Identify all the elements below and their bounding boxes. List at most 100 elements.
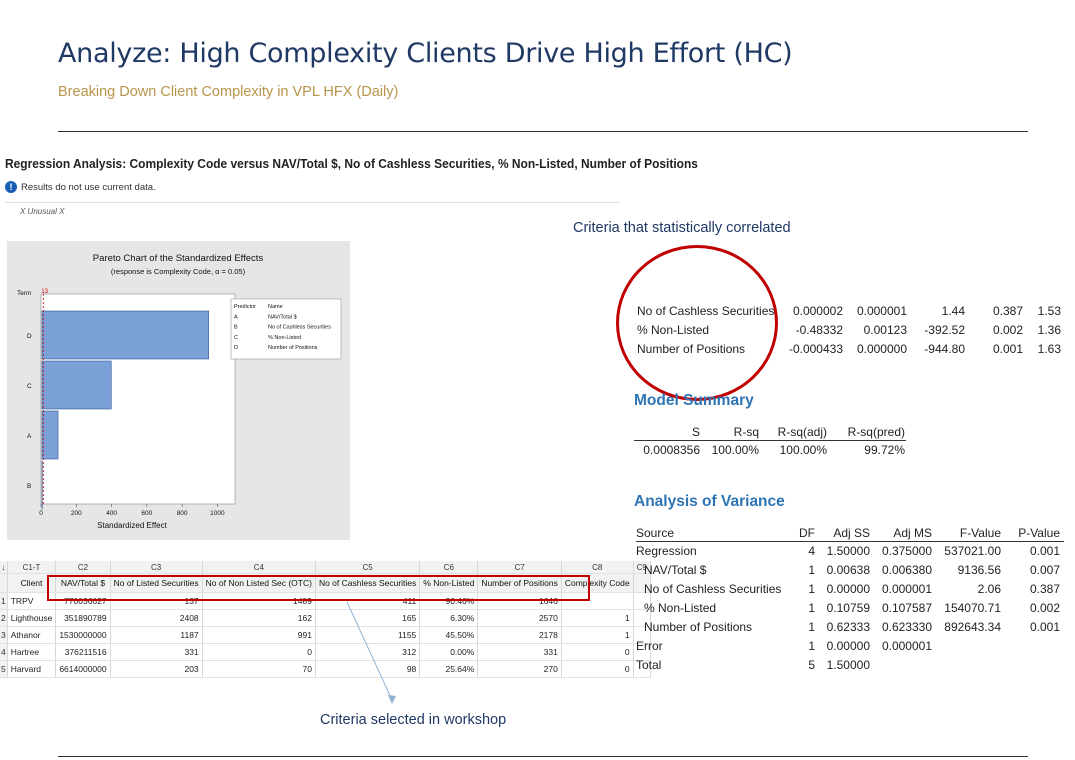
row-number-cell[interactable]: 2	[0, 609, 8, 627]
data-cell[interactable]: 0	[202, 643, 316, 661]
anova-source: No of Cashless Securities	[644, 582, 782, 596]
data-cell[interactable]: 0.00%	[419, 643, 479, 661]
legend-name: % Non-Listed	[268, 335, 301, 341]
data-cell[interactable]: 2178	[477, 626, 562, 644]
summary-value: 100.00%	[779, 443, 827, 457]
data-cell[interactable]: 2570	[477, 609, 562, 627]
column-id-cell[interactable]: C6	[419, 561, 479, 574]
coef-value: 0.00123	[863, 323, 907, 337]
data-cell[interactable]: 270	[477, 660, 562, 678]
data-cell[interactable]: 351890789	[55, 609, 111, 627]
data-cell[interactable]: Lighthouse	[7, 609, 57, 627]
column-id-cell[interactable]: C8	[561, 561, 634, 574]
coef-value: -0.48332	[795, 323, 843, 337]
anova-value: 0.10759	[826, 601, 870, 615]
data-cell[interactable]: 2408	[110, 609, 203, 627]
anova-value: 1.50000	[826, 658, 870, 672]
row-number-cell[interactable]: 4	[0, 643, 8, 661]
reference-label: 13	[41, 289, 48, 295]
column-number-row: ↓ C1-T C2 C3 C4 C5 C6 C7 C8 C9	[0, 561, 651, 574]
data-cell[interactable]: 1530000000	[55, 626, 111, 644]
corner-cell[interactable]: ↓	[0, 561, 8, 574]
data-cell[interactable]: 331	[477, 643, 562, 661]
anova-header: P-Value	[1018, 526, 1060, 540]
x-tick-label: 400	[106, 510, 117, 517]
anova-header: Adj MS	[893, 526, 932, 540]
info-text: Results do not use current data.	[21, 181, 156, 193]
anova-value: 0.623330	[881, 620, 932, 634]
data-cell[interactable]: 0	[561, 643, 634, 661]
term-label-B: B	[27, 483, 31, 490]
data-cell[interactable]: 0	[561, 660, 634, 678]
legend-key: C	[234, 335, 238, 341]
top-divider	[58, 131, 1028, 132]
coef-value: -392.52	[924, 323, 965, 337]
summary-header: R-sq	[733, 425, 759, 439]
data-cell[interactable]: 376211516	[55, 643, 111, 661]
data-cell[interactable]: 70	[202, 660, 316, 678]
chart-subtitle: (response is Complexity Code, α = 0.05)	[111, 267, 246, 276]
anova-value: 1	[808, 582, 815, 596]
x-tick-label: 0	[39, 510, 43, 517]
model-summary-heading: Model Summary	[634, 392, 754, 409]
data-cell[interactable]: 1	[561, 626, 634, 644]
data-cell[interactable]: 991	[202, 626, 316, 644]
data-cell[interactable]: Athanor	[7, 626, 57, 644]
term-label-A: A	[27, 433, 32, 440]
column-id-cell[interactable]: C2	[55, 561, 111, 574]
data-cell[interactable]: 1	[561, 609, 634, 627]
data-cell[interactable]: 331	[110, 643, 203, 661]
summary-header: R-sq(adj)	[777, 425, 827, 439]
bar-C	[41, 360, 112, 410]
anova-row: Number of Positions 1 0.62333 0.623330 89264…	[636, 618, 1064, 637]
anova-source: Number of Positions	[644, 620, 753, 634]
coef-value: 0.000000	[856, 342, 907, 356]
x-tick-label: 1000	[210, 510, 225, 517]
column-id-cell[interactable]: C1-T	[7, 561, 57, 574]
anova-header: Source	[636, 526, 675, 540]
anova-header: F-Value	[959, 526, 1001, 540]
anova-source: Total	[636, 658, 662, 672]
x-tick-label: 600	[141, 510, 152, 517]
anova-value: 0.00000	[826, 639, 870, 653]
data-cell[interactable]: 45.50%	[419, 626, 479, 644]
info-notice: ! Results do not use current data.	[5, 181, 156, 193]
bar-D	[41, 310, 209, 360]
x-axis-label: Standardized Effect	[97, 521, 167, 530]
summary-value: 0.0008356	[643, 443, 700, 457]
legend-key: Predictor	[234, 304, 256, 310]
column-id-cell[interactable]: C3	[110, 561, 203, 574]
row-number-cell[interactable]: 3	[0, 626, 8, 644]
data-cell[interactable]: 25.64%	[419, 660, 479, 678]
data-cell[interactable]: 6.30%	[419, 609, 479, 627]
x-tick-label: 200	[71, 510, 82, 517]
summary-value: 99.72%	[864, 443, 905, 457]
row-number-cell[interactable]: 1	[0, 592, 8, 610]
anova-value: 2.06	[977, 582, 1001, 596]
corner-cell[interactable]	[0, 573, 8, 593]
anova-header: DF	[799, 526, 815, 540]
data-cell[interactable]: 203	[110, 660, 203, 678]
table-row: 4 Hartree 376211516 331 0 312 0.00% 331 0	[0, 643, 651, 661]
data-cell[interactable]: Hartree	[7, 643, 57, 661]
summary-header: R-sq(pred)	[847, 425, 905, 439]
data-cell[interactable]: 162	[202, 609, 316, 627]
legend-name: No of Cashless Securities	[268, 325, 331, 331]
anova-row: Total 5 1.50000	[636, 656, 1064, 675]
y-axis-label: Term	[17, 290, 31, 297]
column-id-cell[interactable]: C5	[315, 561, 421, 574]
coef-value: -0.000433	[788, 342, 843, 356]
anova-value: 4	[808, 544, 815, 558]
anova-value: 1.50000	[826, 544, 870, 558]
data-cell[interactable]: 6614000000	[55, 660, 111, 678]
anova-source: Error	[636, 639, 663, 653]
anova-value: 537021.00	[944, 544, 1001, 558]
legend-key: B	[234, 325, 238, 331]
anova-value: 0.62333	[826, 620, 870, 634]
row-number-cell[interactable]: 5	[0, 660, 8, 678]
column-id-cell[interactable]: C7	[477, 561, 562, 574]
column-id-cell[interactable]: C4	[202, 561, 316, 574]
data-cell[interactable]: Harvard	[7, 660, 57, 678]
data-cell[interactable]: 1187	[110, 626, 203, 644]
anova-table: Source DF Adj SS Adj MS F-Value P-Value Regres…	[636, 524, 1064, 675]
